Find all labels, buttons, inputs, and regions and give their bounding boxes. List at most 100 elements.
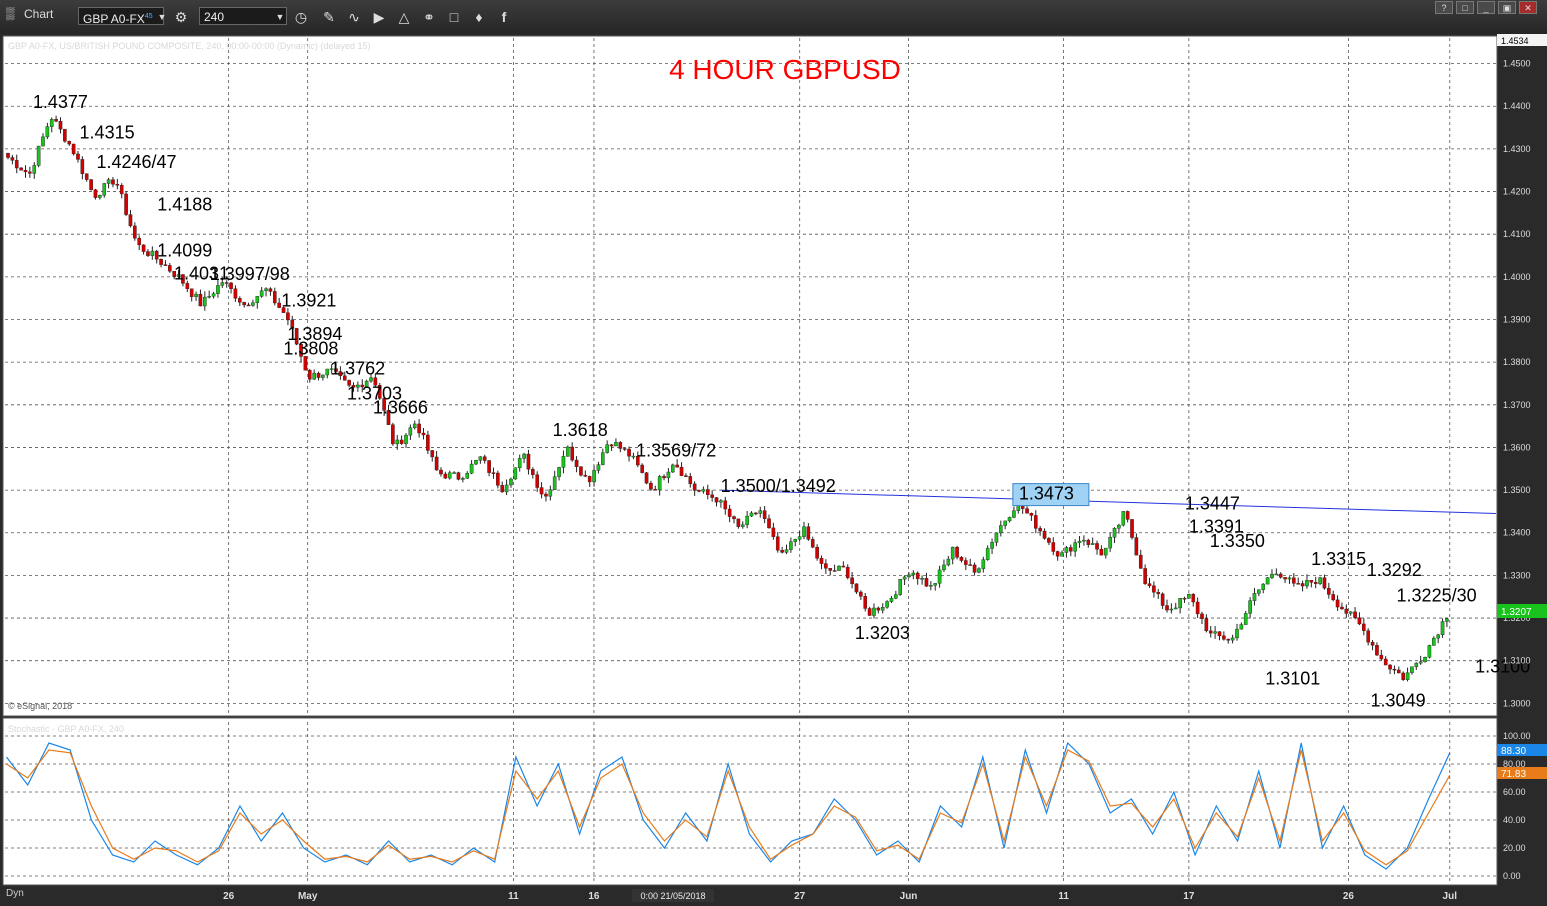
candle-up (719, 500, 723, 503)
pencil-icon[interactable]: ✎ (320, 8, 338, 26)
candle-down (644, 472, 649, 484)
time-tick-label: 17 (1183, 891, 1195, 902)
clock-icon[interactable]: ◷ (292, 8, 310, 26)
candle-up (557, 467, 561, 477)
candle-down (185, 283, 190, 289)
candle-down (124, 193, 128, 215)
alert-icon[interactable]: △ (395, 8, 413, 26)
gear-icon[interactable]: ⚙ (172, 8, 190, 26)
candle-up (994, 532, 999, 543)
candle-down (1051, 542, 1056, 552)
minimize-button[interactable]: _ (1477, 1, 1495, 14)
restore-panel-button[interactable]: □ (1456, 1, 1474, 14)
link-icon[interactable]: ⚭ (420, 8, 438, 26)
candle-down (736, 518, 741, 527)
candle-down (876, 607, 881, 611)
play-icon[interactable]: ▶ (370, 8, 388, 26)
candle-down (1042, 530, 1047, 539)
candle-up (1121, 511, 1126, 526)
candle-up (894, 594, 898, 599)
close-button[interactable]: ✕ (1519, 1, 1537, 14)
candle-up (1064, 547, 1069, 553)
candle-down (491, 472, 496, 474)
candle-down (1208, 630, 1213, 634)
maximize-button[interactable]: ▣ (1498, 1, 1516, 14)
price-tick-label: 1.3500 (1503, 485, 1531, 495)
candle-up (1431, 637, 1436, 646)
candle-down (1222, 635, 1226, 640)
symbol-dropdown-icon[interactable]: ▼ (153, 8, 171, 26)
candle-up (902, 576, 907, 580)
line-study-icon[interactable]: ∿ (345, 8, 363, 26)
candle-up (412, 423, 417, 429)
chart-area[interactable]: 1.43771.43151.4246/471.41881.40991.40311… (0, 34, 1547, 906)
candle-down (609, 444, 614, 447)
candle-down (1357, 617, 1362, 625)
symbol-input[interactable]: GBP A0-FX45 (78, 7, 164, 26)
candle-down (1366, 630, 1370, 643)
candle-down (115, 184, 120, 186)
candle-down (1191, 593, 1196, 603)
candle-up (885, 601, 889, 608)
candle-up (666, 471, 671, 479)
candle-up (929, 585, 933, 587)
candle-up (990, 542, 994, 549)
candle-down (539, 487, 544, 495)
candle-up (592, 470, 596, 483)
candle-down (579, 466, 583, 476)
help-button[interactable]: ? (1435, 1, 1453, 14)
candle-down (430, 450, 435, 458)
candle-up (447, 472, 452, 479)
candle-down (771, 527, 776, 537)
candle-down (54, 119, 58, 122)
candle-up (49, 119, 54, 127)
price-annotation: 1.3350 (1210, 531, 1265, 551)
candle-down (307, 370, 312, 380)
candle-down (867, 608, 872, 616)
candle-down (692, 483, 697, 491)
candle-up (255, 296, 260, 303)
candle-down (806, 526, 811, 540)
facebook-icon[interactable]: f (495, 8, 513, 26)
price-annotation: 1.3225/30 (1397, 585, 1477, 605)
candle-down (1344, 608, 1349, 614)
candle-up (203, 296, 207, 307)
candle-up (1405, 672, 1410, 680)
candle-down (775, 536, 780, 551)
candle-up (548, 489, 553, 497)
candle-down (767, 518, 771, 529)
candle-down (968, 564, 972, 566)
candle-up (889, 598, 894, 602)
candle-down (1099, 548, 1104, 556)
interval-dropdown-icon[interactable]: ▼ (271, 8, 289, 26)
candle-down (146, 251, 150, 256)
candle-up (1423, 657, 1427, 662)
price-tick-label: 1.3300 (1503, 570, 1531, 580)
candle-up (596, 464, 601, 471)
candle-up (784, 549, 789, 553)
candle-up (950, 546, 955, 560)
price-annotation: 1.3618 (553, 420, 608, 440)
candle-up (1173, 607, 1178, 610)
twitter-icon[interactable]: ♦ (470, 8, 488, 26)
candle-up (1265, 577, 1270, 585)
candle-up (1235, 628, 1239, 639)
candle-down (1130, 519, 1134, 538)
candle-up (1060, 552, 1064, 557)
candle-down (71, 143, 76, 155)
price-tick-label: 1.3100 (1503, 656, 1531, 666)
chat-icon[interactable]: □ (445, 8, 463, 26)
candle-down (58, 121, 63, 130)
candle-up (1274, 573, 1279, 576)
candle-up (1436, 634, 1440, 639)
price-annotation: 1.3921 (281, 291, 336, 311)
candle-up (312, 372, 316, 380)
chart-title: 4 HOUR GBPUSD (669, 54, 901, 85)
candle-up (1348, 611, 1353, 614)
candle-down (1292, 577, 1296, 584)
candle-down (84, 173, 89, 180)
candle-down (119, 185, 124, 195)
candle-up (942, 564, 946, 571)
price-annotation: 1.3473 (1019, 484, 1074, 504)
candle-down (1331, 594, 1336, 601)
